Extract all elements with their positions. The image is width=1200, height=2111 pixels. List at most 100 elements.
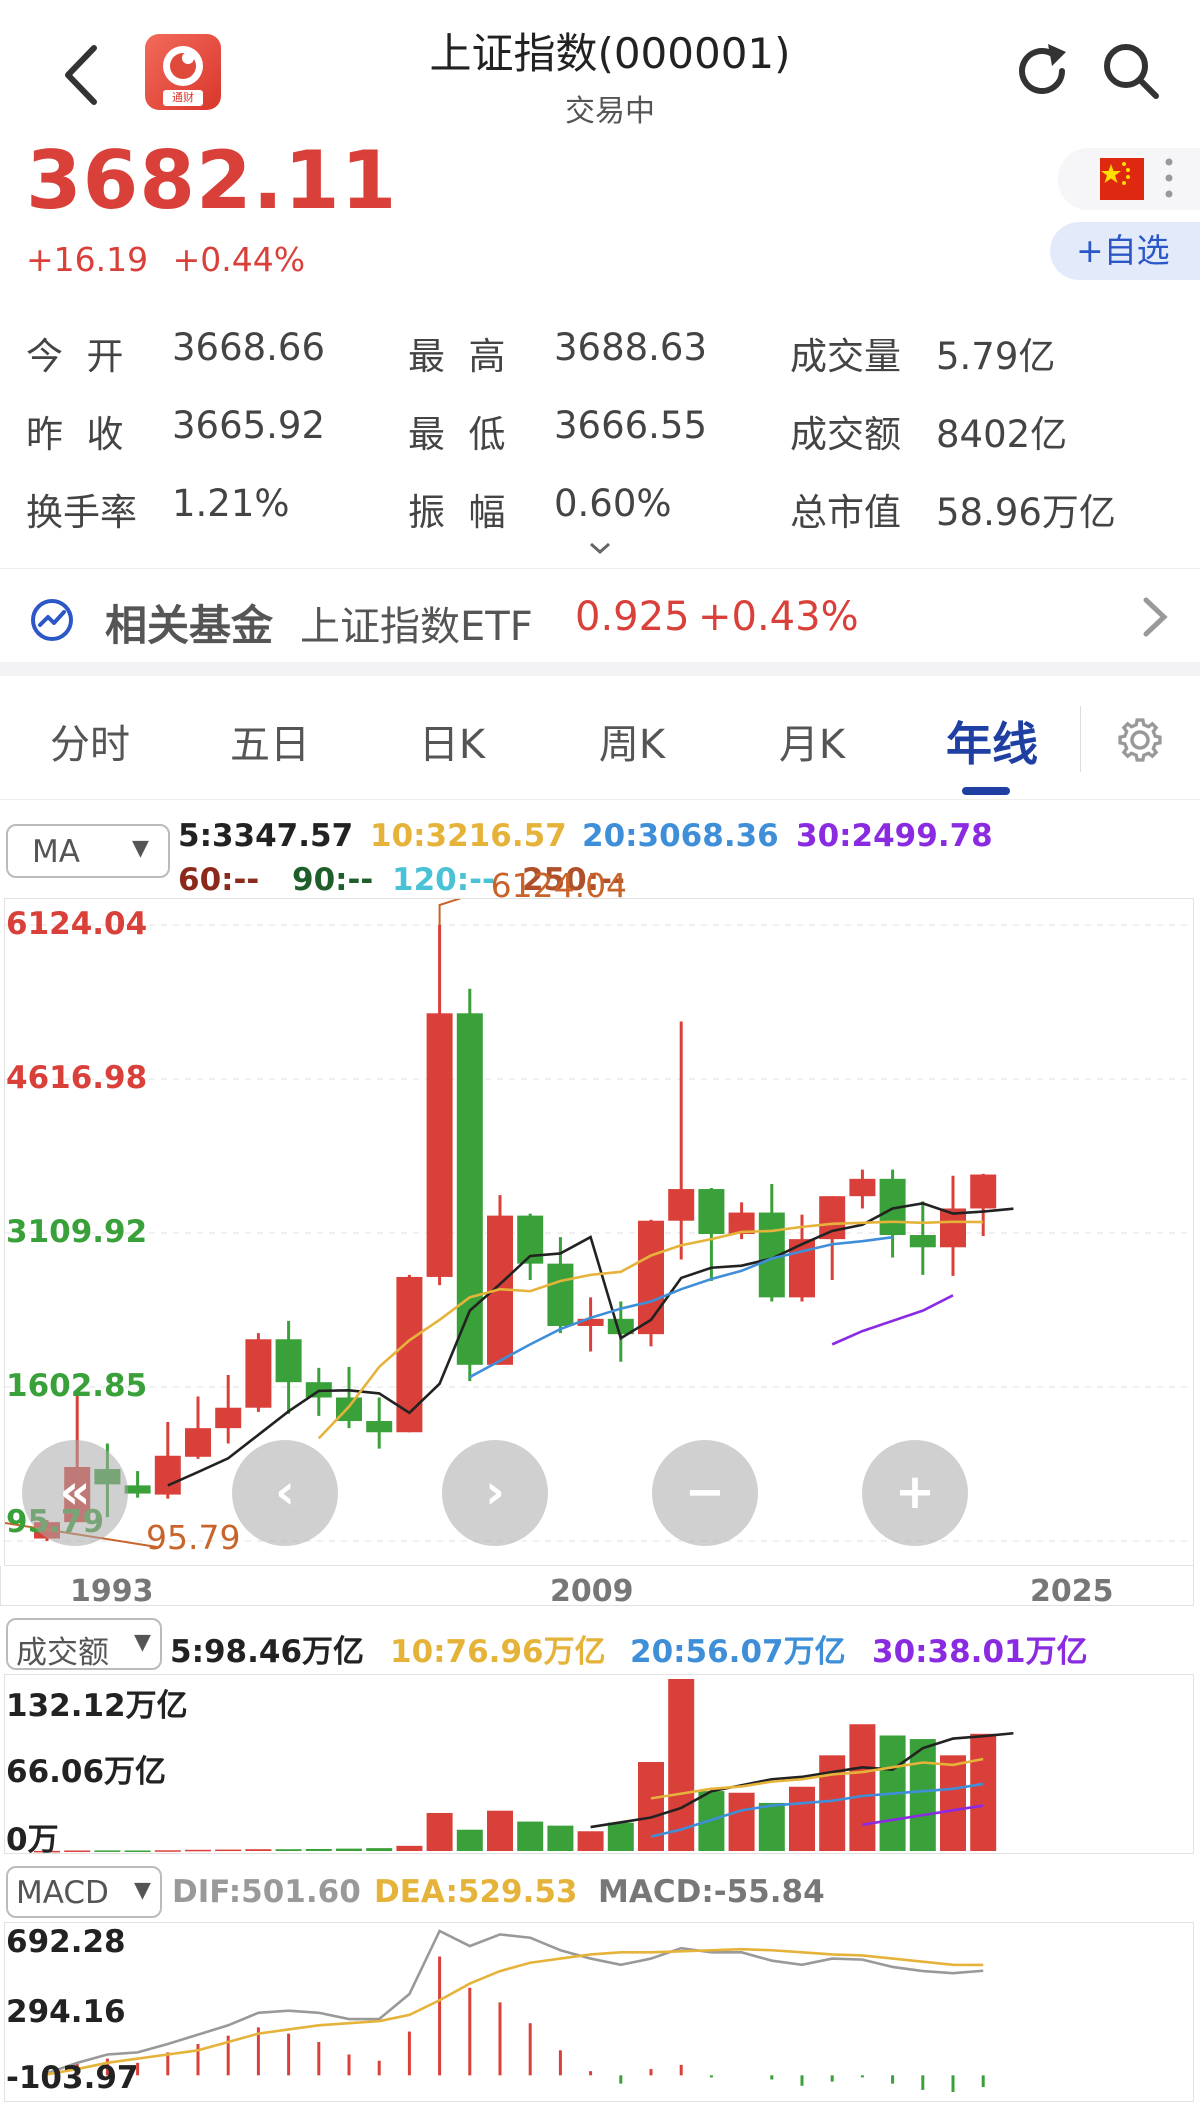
macd-y-label: 294.16 (6, 1994, 126, 2030)
related-fund-title: 相关基金 (105, 601, 274, 650)
candle-body (215, 1407, 242, 1429)
left-button[interactable]: ‹ (232, 1440, 338, 1546)
section-gap (0, 662, 1200, 676)
x-axis-label: 1993 (70, 1574, 154, 1609)
active-tab-indicator (962, 787, 1010, 795)
stat-value: 5.79亿 (936, 335, 1056, 378)
stat-value: 8402亿 (936, 413, 1068, 456)
zoom-out-icon: − (684, 1464, 726, 1520)
legend-item: 120:-- (392, 862, 495, 898)
volume-bar (426, 1812, 453, 1851)
macd-chart[interactable] (4, 1922, 1194, 2102)
right-button[interactable]: › (442, 1440, 548, 1546)
stat-label: 总市值 (790, 491, 901, 534)
legend-item: 30:38.01万亿 (872, 1634, 1088, 1670)
add-watchlist-button[interactable]: +自选 (1050, 222, 1200, 280)
more-options-icon[interactable] (1164, 156, 1174, 202)
high-annotation-leader (438, 899, 462, 925)
legend-item: 10:76.96万亿 (390, 1634, 606, 1670)
gear-icon (1118, 718, 1162, 762)
stat-label: 振 幅 (408, 491, 506, 534)
divider (0, 568, 1200, 569)
volume-bar (638, 1762, 664, 1851)
price-change: +16.19 +0.44% (26, 240, 305, 279)
volume-selector-label: 成交额 (16, 1635, 109, 1671)
volume-selector[interactable]: 成交额 ▼ (6, 1618, 162, 1671)
trading-status: 交易中 (565, 94, 655, 129)
legend-item: MACD:-55.84 (598, 1874, 825, 1910)
low-annotation: 95.79 (146, 1518, 241, 1557)
zoom-out-button[interactable]: − (652, 1440, 758, 1546)
candlestick-chart[interactable] (4, 898, 1194, 1566)
stat-value: 3688.63 (554, 326, 708, 369)
candle-body (154, 1455, 181, 1495)
fund-price: 0.925 (575, 594, 690, 640)
refresh-button[interactable] (1010, 38, 1076, 104)
tab-0[interactable]: 分时 (20, 712, 160, 770)
caret-down-icon: ▼ (132, 836, 149, 861)
volume-bar (124, 1850, 151, 1853)
volume-bar (64, 1850, 91, 1853)
legend-item: 30:2499.78 (796, 818, 993, 854)
volume-bar (336, 1848, 362, 1851)
tab-2[interactable]: 日K (382, 712, 522, 770)
expand-stats-button[interactable] (588, 540, 612, 555)
volume-bar (668, 1679, 695, 1851)
caret-down-icon: ▼ (134, 1630, 151, 1655)
chevron-left-icon (65, 45, 97, 105)
tab-5[interactable]: 年线 (922, 708, 1062, 774)
tab-1[interactable]: 五日 (200, 712, 340, 770)
legend-item: 5:3347.57 (178, 818, 354, 854)
x-axis-label: 2025 (1030, 1574, 1114, 1609)
volume-bar (275, 1849, 302, 1851)
divider (1080, 706, 1081, 772)
candle-body (275, 1339, 302, 1383)
fast-rewind-button[interactable]: « (22, 1440, 128, 1546)
stat-label: 昨 收 (26, 413, 124, 456)
volume-bar (970, 1733, 997, 1851)
back-button[interactable] (50, 40, 110, 110)
y-axis-label: 6124.04 (6, 906, 148, 942)
volume-bar (396, 1845, 423, 1851)
volume-bar (487, 1810, 513, 1851)
volume-y-label: 0万 (6, 1822, 59, 1858)
change-percent: +0.44% (172, 240, 306, 279)
candle-body (849, 1178, 876, 1197)
stat-value: 3665.92 (172, 404, 326, 447)
stat-value: 0.60% (554, 482, 672, 525)
volume-bar (366, 1848, 393, 1851)
zoom-in-icon: + (894, 1464, 936, 1520)
fund-change: +0.43% (698, 594, 859, 640)
fast-rewind-icon: « (59, 1464, 91, 1520)
left-icon: ‹ (275, 1464, 295, 1520)
macd-selector[interactable]: MACD ▼ (6, 1866, 162, 1918)
chevron-down-icon (590, 542, 610, 555)
y-axis-label: 3109.92 (6, 1214, 148, 1250)
candle-body (970, 1174, 997, 1209)
chart-settings-button[interactable] (1112, 712, 1168, 768)
chevron-right-icon (1140, 594, 1170, 640)
tab-3[interactable]: 周K (562, 712, 702, 770)
macd-y-label: -103.97 (6, 2060, 139, 2096)
tab-4[interactable]: 月K (742, 712, 882, 770)
stat-value: 3666.55 (554, 404, 708, 447)
search-icon (1104, 44, 1159, 99)
zoom-in-button[interactable]: + (862, 1440, 968, 1546)
volume-bar (185, 1849, 211, 1852)
macd-y-label: 692.28 (6, 1924, 126, 1960)
volume-bar (456, 1829, 483, 1851)
legend-item: 20:3068.36 (582, 818, 779, 854)
search-button[interactable] (1098, 38, 1164, 104)
page-title: 上证指数(000001) (429, 29, 791, 78)
fund-name: 上证指数ETF (300, 604, 533, 650)
stat-value: 1.21% (172, 482, 290, 525)
ma-selector[interactable]: MA ▼ (6, 824, 170, 878)
logo-label: 通财 (163, 90, 203, 106)
stat-label: 最 高 (408, 335, 506, 378)
legend-item: DIF:501.60 (172, 1874, 361, 1910)
volume-bar (154, 1850, 181, 1852)
volume-y-label: 66.06万亿 (6, 1754, 167, 1790)
volume-bar (305, 1848, 332, 1851)
macd-selector-label: MACD (16, 1875, 109, 1911)
candle-body (426, 1013, 453, 1277)
